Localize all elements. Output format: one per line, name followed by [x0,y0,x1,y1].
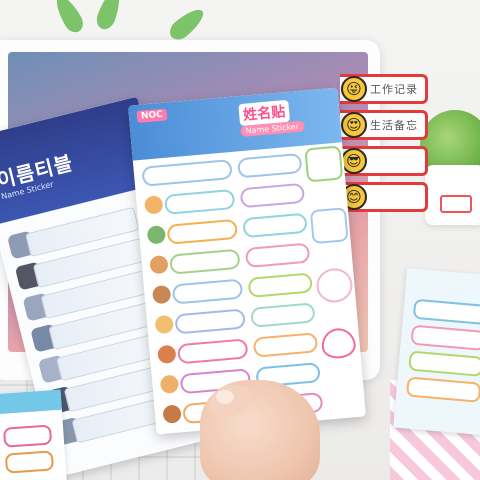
tongue-emoji-icon: 😜 [341,76,367,102]
name-label [239,182,306,209]
corner-sticker-sheet [0,389,68,480]
name-label [2,424,53,448]
name-label [405,376,480,403]
name-label [171,278,244,305]
name-label [244,242,311,269]
animal-face-sticker [146,225,167,245]
animal-face-sticker [162,404,182,424]
animal-face-sticker [144,195,164,215]
leaf-decoration [165,4,209,44]
right-sticker-sheet [393,267,480,437]
fingernail [216,390,234,404]
name-label [237,152,303,179]
square-label [309,207,349,245]
leaf-decoration [93,0,125,32]
name-label [247,272,313,298]
monitor-label-text: 工作记录 [370,83,418,96]
name-label [169,248,241,275]
photo-scene: 工作记录 😜 生活备忘 😍 😎 😊 이름티블 Name Sticker NOC [0,0,480,480]
name-label [4,450,55,474]
name-label [141,159,233,187]
animal-face-sticker [149,254,169,275]
name-label [166,218,239,245]
animal-face-sticker [159,374,180,394]
name-label [410,324,480,351]
name-label [250,302,316,328]
heart-label [320,326,357,360]
animal-face-sticker [157,344,177,365]
pot-name-label [440,195,472,213]
name-label [408,350,480,377]
animal-face-sticker [151,284,172,305]
name-label [242,212,308,239]
monitor-label-text: 生活备忘 [370,119,418,132]
name-label [177,338,249,365]
sheet-header [0,389,62,415]
animal-face-sticker [154,314,174,335]
name-label [174,308,246,335]
name-label [163,188,236,215]
name-label [412,298,480,326]
heart-eyes-emoji-icon: 😍 [341,112,367,138]
name-label [252,332,319,358]
leaf-decoration [51,0,87,36]
round-label [315,266,354,304]
glasses-emoji-icon: 😎 [341,148,367,174]
cloud-label [304,145,344,183]
